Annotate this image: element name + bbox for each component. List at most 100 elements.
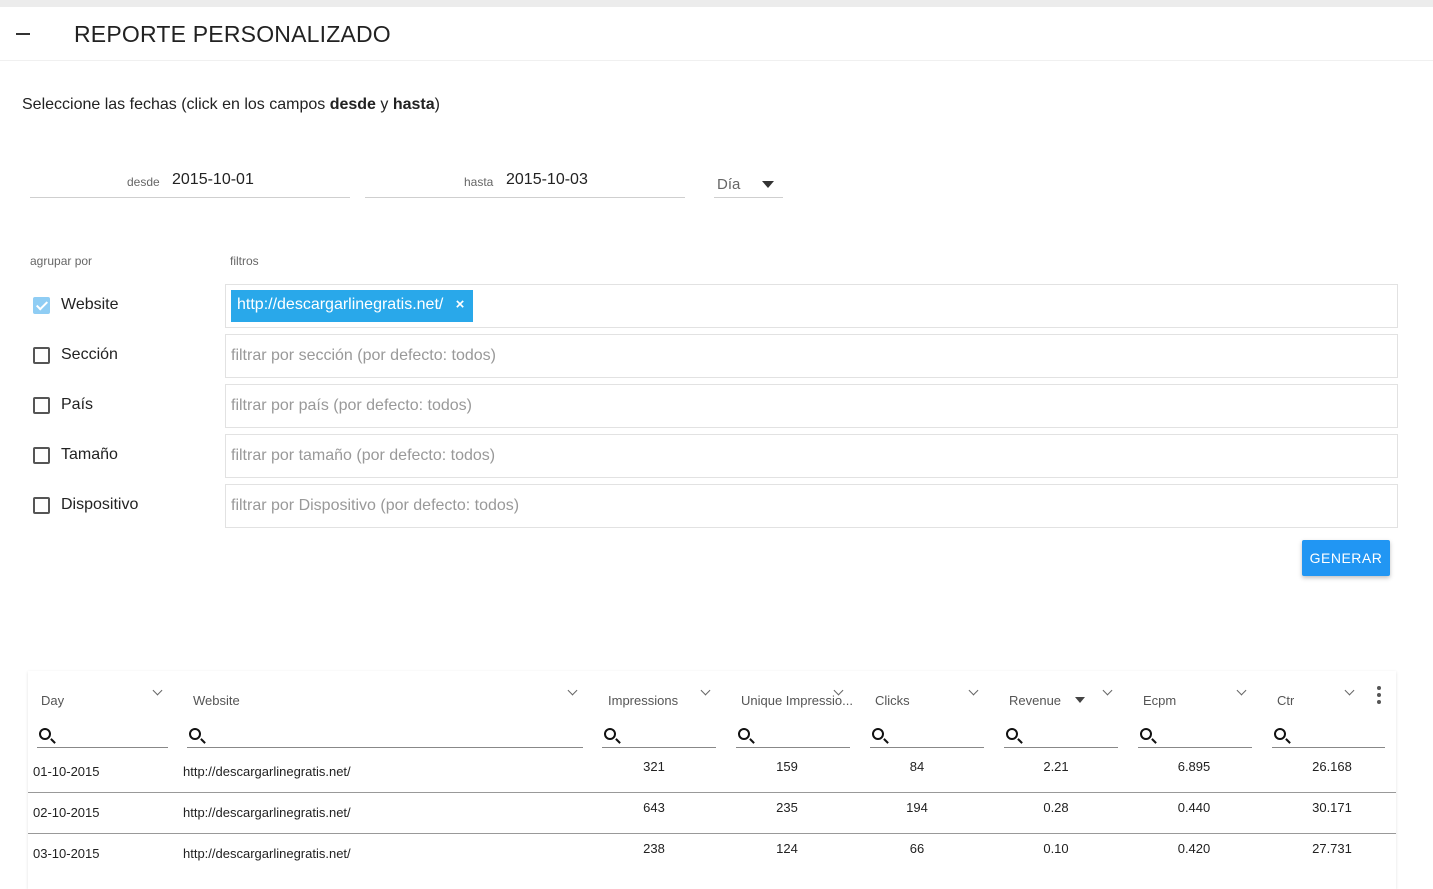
chevron-down-icon[interactable] (152, 685, 163, 696)
column-filter-revenue[interactable] (1004, 726, 1118, 748)
panel-header: REPORTE PERSONALIZADO (0, 7, 1433, 61)
cell-website: http://descargarlinegratis.net/ (183, 805, 351, 820)
search-icon (1140, 728, 1152, 740)
hasta-date-field[interactable]: hasta 2015-10-03 (365, 168, 685, 198)
cell-revenue: 0.10 (1043, 841, 1069, 856)
column-filter-clicks[interactable] (870, 726, 984, 748)
cell-clicks: 84 (909, 759, 925, 774)
chevron-down-icon[interactable] (1102, 685, 1113, 696)
cell-ctr: 26.168 (1312, 759, 1352, 774)
column-filter-ecpm[interactable] (1138, 726, 1252, 748)
search-icon (738, 728, 750, 740)
checkbox-icon[interactable] (33, 397, 50, 414)
more-options-icon[interactable] (1374, 685, 1386, 707)
group-seccion-label: Sección (61, 346, 118, 363)
tamano-filter-field[interactable] (225, 434, 1398, 478)
column-filter-input[interactable] (211, 728, 581, 746)
search-icon (189, 728, 201, 740)
group-pais-label: País (61, 396, 94, 413)
column-filter-website[interactable] (187, 726, 583, 748)
search-icon (1006, 728, 1018, 740)
collapse-icon[interactable] (12, 21, 36, 45)
checkbox-checked-icon[interactable] (33, 297, 50, 314)
cell-revenue: 2.21 (1043, 759, 1069, 774)
cell-day: 01-10-2015 (33, 764, 100, 779)
granularity-select[interactable]: Día (714, 170, 783, 198)
cell-clicks: 194 (906, 800, 928, 815)
column-filter-input[interactable] (760, 728, 848, 746)
column-filter-input[interactable] (626, 728, 714, 746)
generate-button[interactable]: GENERAR (1302, 540, 1390, 576)
cell-unique-impressions: 124 (776, 841, 798, 856)
column-header-impressions[interactable]: Impressions (608, 693, 678, 708)
top-strip (0, 0, 1433, 7)
search-icon (39, 728, 51, 740)
desde-value[interactable]: 2015-10-01 (172, 171, 254, 189)
cell-day: 03-10-2015 (33, 846, 100, 861)
pais-filter-field[interactable] (225, 384, 1398, 428)
chevron-down-icon[interactable] (1344, 685, 1355, 696)
instructions-suffix: ) (434, 96, 440, 113)
table-row[interactable]: 01-10-2015 http://descargarlinegratis.net… (28, 752, 1396, 793)
column-header-ctr[interactable]: Ctr (1277, 693, 1294, 708)
cell-day: 02-10-2015 (33, 805, 100, 820)
pais-filter-input[interactable] (231, 394, 1381, 418)
cell-impressions: 238 (643, 841, 665, 856)
checkbox-icon[interactable] (33, 497, 50, 514)
website-filter-chip[interactable]: http://descargarlinegratis.net/ × (231, 290, 474, 322)
column-filter-input[interactable] (1028, 728, 1116, 746)
website-filter-field[interactable]: http://descargarlinegratis.net/ × (225, 284, 1398, 328)
group-tamano-label: Tamaño (61, 446, 118, 463)
column-filter-input[interactable] (1296, 728, 1383, 746)
cell-website: http://descargarlinegratis.net/ (183, 764, 351, 779)
tamano-filter-input[interactable] (231, 444, 1381, 468)
cell-impressions: 643 (643, 800, 665, 815)
instructions-mid: y (375, 96, 393, 113)
checkbox-icon[interactable] (33, 347, 50, 364)
cell-ecpm: 0.440 (1177, 800, 1211, 815)
chevron-down-icon[interactable] (968, 685, 979, 696)
column-filter-impressions[interactable] (602, 726, 716, 748)
cell-ecpm: 0.420 (1177, 841, 1211, 856)
column-filter-unique-impressions[interactable] (736, 726, 850, 748)
sort-desc-icon[interactable] (1075, 697, 1085, 703)
filters-label: filtros (230, 254, 259, 268)
dispositivo-filter-field[interactable] (225, 484, 1398, 528)
desde-date-field[interactable]: desde 2015-10-01 (30, 168, 350, 198)
seccion-filter-input[interactable] (231, 344, 1381, 368)
column-header-unique-impressions[interactable]: Unique Impressio... (741, 693, 853, 708)
cell-revenue: 0.28 (1043, 800, 1069, 815)
granularity-value: Día (717, 176, 741, 193)
column-header-website[interactable]: Website (193, 693, 240, 708)
website-chip-label: http://descargarlinegratis.net/ (237, 296, 444, 313)
checkbox-icon[interactable] (33, 447, 50, 464)
cell-impressions: 321 (643, 759, 665, 774)
chevron-down-icon[interactable] (567, 685, 578, 696)
close-icon[interactable]: × (456, 296, 465, 313)
table-row[interactable]: 03-10-2015 http://descargarlinegratis.net… (28, 834, 1396, 875)
chevron-down-icon[interactable] (700, 685, 711, 696)
dropdown-caret-icon (762, 181, 774, 188)
instructions-hasta: hasta (392, 96, 435, 113)
column-header-clicks[interactable]: Clicks (875, 693, 910, 708)
chevron-down-icon[interactable] (1236, 685, 1247, 696)
cell-unique-impressions: 235 (776, 800, 798, 815)
seccion-filter-field[interactable] (225, 334, 1398, 378)
cell-clicks: 66 (909, 841, 925, 856)
table-row[interactable]: 02-10-2015 http://descargarlinegratis.net… (28, 793, 1396, 834)
hasta-value[interactable]: 2015-10-03 (506, 171, 588, 189)
column-header-ecpm[interactable]: Ecpm (1143, 693, 1176, 708)
column-filter-day[interactable] (37, 726, 168, 748)
column-filter-input[interactable] (1162, 728, 1250, 746)
instructions-desde: desde (329, 96, 376, 113)
cell-ecpm: 6.895 (1177, 759, 1211, 774)
column-filter-input[interactable] (894, 728, 982, 746)
search-icon (872, 728, 884, 740)
column-header-day[interactable]: Day (41, 693, 64, 708)
dispositivo-filter-input[interactable] (231, 494, 1381, 518)
column-header-revenue[interactable]: Revenue (1009, 693, 1061, 708)
group-website-label: Website (61, 296, 119, 313)
column-filter-ctr[interactable] (1272, 726, 1385, 748)
column-filter-input[interactable] (61, 728, 166, 746)
cell-ctr: 30.171 (1312, 800, 1352, 815)
